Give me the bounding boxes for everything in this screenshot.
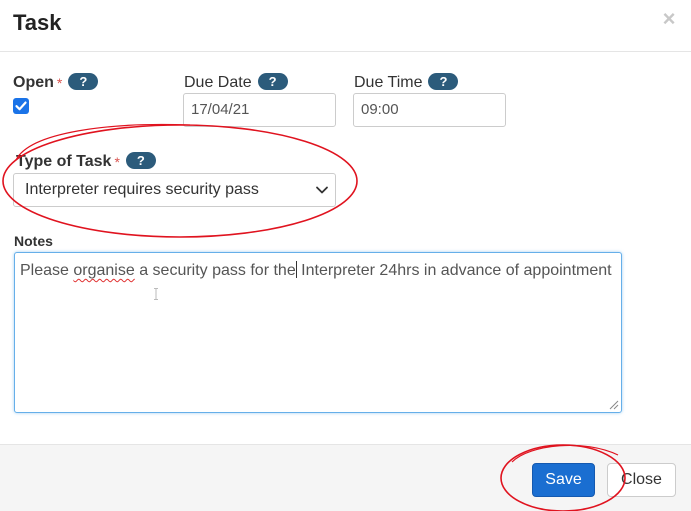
resize-grip-icon[interactable]: [609, 400, 619, 410]
notes-text-start: Please: [20, 262, 74, 279]
notes-textarea[interactable]: Please organise a security pass for the …: [14, 252, 622, 413]
notes-text-end: Interpreter 24hrs in advance of appointm…: [296, 262, 612, 279]
question-icon[interactable]: ?: [257, 72, 288, 90]
due-date-label-group: Due Date?: [184, 72, 288, 93]
type-of-task-selected: Interpreter requires security pass: [25, 181, 259, 198]
notes-label: Notes: [14, 233, 53, 249]
question-icon[interactable]: ?: [68, 72, 99, 90]
type-of-task-label-group: Type of Task *?: [16, 151, 156, 172]
question-icon[interactable]: ?: [428, 72, 459, 90]
required-marker: *: [56, 75, 63, 91]
task-dialog: Task × Open *? Due Date? 17/04/21 Due Tim…: [0, 0, 691, 511]
question-icon[interactable]: ?: [125, 151, 156, 169]
open-checkbox[interactable]: [13, 98, 29, 114]
notes-misspelled-word: organise: [73, 262, 135, 279]
close-button[interactable]: Close: [607, 463, 676, 497]
due-date-input[interactable]: 17/04/21: [183, 93, 336, 127]
save-button[interactable]: Save: [532, 463, 595, 497]
due-time-label-group: Due Time?: [354, 72, 459, 93]
type-of-task-label: Type of Task: [16, 153, 112, 170]
close-icon[interactable]: ×: [660, 8, 678, 30]
open-label-group: Open *?: [13, 72, 99, 93]
due-time-label: Due Time: [354, 74, 423, 91]
notes-text-middle: a security pass for the: [134, 262, 296, 279]
required-marker: *: [114, 154, 120, 170]
open-label: Open: [13, 74, 54, 91]
chevron-down-icon: [316, 186, 328, 194]
type-of-task-select[interactable]: Interpreter requires security pass: [13, 173, 336, 207]
text-cursor-icon: [154, 288, 158, 300]
due-date-label: Due Date: [184, 74, 252, 91]
due-time-input[interactable]: 09:00: [353, 93, 506, 127]
dialog-header: Task ×: [0, 0, 691, 52]
dialog-title: Task: [13, 10, 62, 35]
checkmark-icon: [15, 101, 27, 111]
